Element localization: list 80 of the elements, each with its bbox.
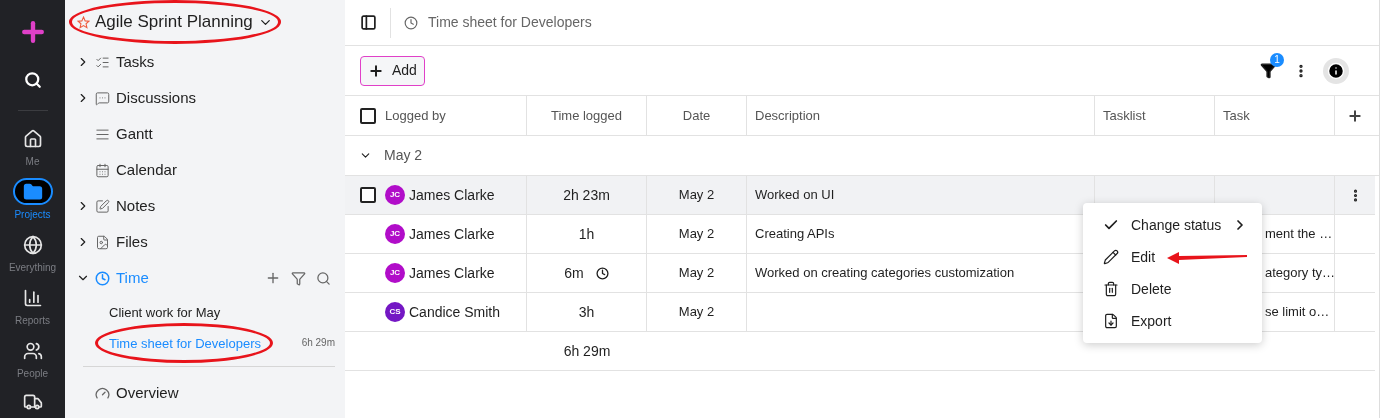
panel-toggle-icon[interactable] bbox=[360, 14, 377, 31]
date-cell-text: May 2 bbox=[678, 264, 715, 283]
folder-icon bbox=[22, 181, 43, 202]
column-header[interactable]: Task bbox=[1215, 96, 1335, 135]
task-cell-text: ategory ty… bbox=[1265, 264, 1336, 283]
column-header[interactable]: Time logged bbox=[527, 96, 647, 135]
task-cell-text: se limit o… bbox=[1265, 303, 1330, 322]
avatar: CS bbox=[385, 302, 405, 322]
user-name: Candice Smith bbox=[409, 302, 501, 322]
user-name: James Clarke bbox=[409, 263, 495, 283]
date-cell-text: May 2 bbox=[678, 186, 715, 205]
column-header[interactable]: Date bbox=[647, 96, 747, 135]
rail-item[interactable]: Projects bbox=[0, 178, 65, 231]
add-button[interactable]: Add bbox=[360, 55, 425, 86]
file-icon bbox=[95, 234, 110, 250]
search-icon[interactable] bbox=[316, 270, 331, 286]
filter-count-badge: 1 bbox=[1270, 52, 1284, 67]
avatar: JC bbox=[385, 263, 405, 283]
column-header[interactable]: Tasklist bbox=[1095, 96, 1215, 135]
truck-icon bbox=[22, 392, 43, 412]
time-cell-text: 1h bbox=[578, 224, 595, 244]
project-title[interactable]: Agile Sprint Planning bbox=[75, 9, 275, 35]
clock-icon bbox=[404, 15, 418, 30]
note-icon bbox=[95, 198, 110, 214]
sidebar-subitem[interactable]: Client work for May bbox=[109, 302, 221, 322]
trash-icon bbox=[1103, 281, 1119, 297]
date-cell-text: May 2 bbox=[678, 303, 715, 322]
people-icon bbox=[22, 340, 43, 361]
column-header[interactable]: Logged by bbox=[345, 96, 527, 135]
checkbox[interactable] bbox=[360, 187, 376, 203]
filter-icon[interactable] bbox=[291, 270, 306, 286]
add-column-icon[interactable] bbox=[1347, 107, 1363, 124]
gauge-icon bbox=[95, 385, 110, 401]
info-icon bbox=[1327, 61, 1345, 80]
rail-item[interactable]: Everything bbox=[0, 231, 65, 284]
star-icon bbox=[77, 15, 90, 29]
file-download-icon bbox=[1103, 313, 1119, 329]
date-cell-text: May 2 bbox=[678, 225, 715, 244]
rail-item[interactable]: People bbox=[0, 337, 65, 390]
globe-icon bbox=[22, 234, 43, 255]
clock-icon bbox=[95, 270, 110, 286]
calendar-icon bbox=[95, 162, 110, 178]
sidebar-item[interactable]: Discussions bbox=[95, 86, 197, 110]
sidebar-item[interactable]: Tasks bbox=[95, 50, 155, 74]
bar-chart-icon bbox=[22, 287, 43, 308]
checklist-icon bbox=[95, 54, 110, 70]
sidebar-item[interactable]: Files bbox=[95, 230, 148, 254]
user-name: James Clarke bbox=[409, 224, 495, 244]
time-cell-text: 2h 23m bbox=[563, 185, 610, 205]
total-time: 6h 29m bbox=[563, 341, 611, 361]
sidebar-item[interactable]: Overview bbox=[95, 381, 179, 405]
time-cell-text: 3h bbox=[578, 302, 595, 322]
breadcrumb-title: Time sheet for Developers bbox=[428, 13, 592, 32]
plus-icon bbox=[368, 62, 384, 79]
task-cell-text: ment the … bbox=[1265, 225, 1333, 244]
rail-item[interactable]: Me bbox=[0, 125, 65, 178]
pencil-icon bbox=[1103, 249, 1119, 265]
user-name: James Clarke bbox=[409, 185, 495, 205]
description-cell-text: Creating APIs bbox=[755, 225, 835, 244]
checkbox[interactable] bbox=[360, 107, 376, 124]
description-cell-text: Worked on creating categories customization bbox=[755, 264, 1015, 283]
chat-bubble-icon bbox=[95, 90, 110, 106]
sidebar-item[interactable]: Gantt bbox=[95, 122, 153, 146]
table-row[interactable]: JC James Clarke 2h 23m May 2 Worked on UI bbox=[345, 176, 1375, 215]
time-cell-text: 6m bbox=[564, 263, 584, 283]
description-cell-text: Worked on UI bbox=[755, 186, 835, 205]
avatar: JC bbox=[385, 224, 405, 244]
plus-icon[interactable] bbox=[265, 270, 281, 286]
sidebar-item[interactable]: Calendar bbox=[95, 158, 177, 182]
sidebar-item[interactable]: Notes bbox=[95, 194, 156, 218]
timer-icon[interactable] bbox=[595, 266, 609, 280]
group-label: May 2 bbox=[384, 146, 423, 165]
avatar: JC bbox=[385, 185, 405, 205]
time-total: 6h 29m bbox=[301, 336, 335, 350]
search-icon bbox=[23, 71, 42, 89]
home-icon bbox=[22, 128, 43, 149]
rail-item[interactable]: Reports bbox=[0, 284, 65, 337]
column-header[interactable]: Description bbox=[747, 96, 1095, 135]
info-button[interactable] bbox=[1323, 57, 1349, 84]
lines-icon bbox=[95, 126, 110, 142]
